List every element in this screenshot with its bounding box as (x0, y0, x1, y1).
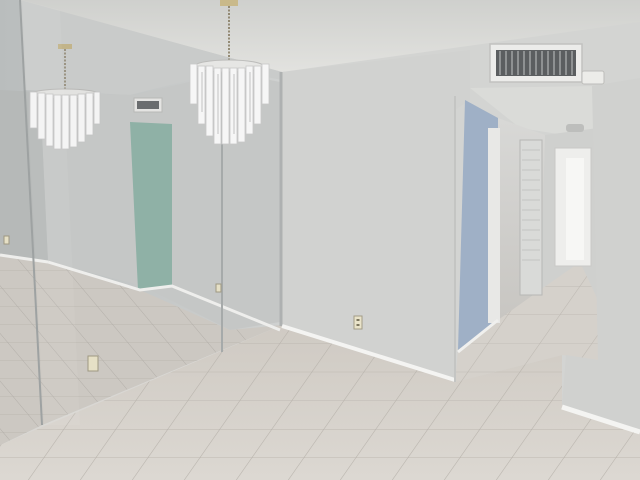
mirror-reflected-outlet-left (3, 235, 10, 245)
mirror-reflected-outlet (87, 355, 99, 372)
air-vent-icon (489, 43, 583, 83)
mirror-reflected-vent (133, 97, 163, 113)
hallway-closet-door (519, 139, 543, 296)
hallway-ceiling-light (566, 124, 584, 132)
room-scene (0, 0, 640, 480)
mirror-reflected-outlet-far (215, 283, 222, 293)
far-door-panel (566, 158, 584, 260)
electrical-outlet-icon (353, 315, 363, 330)
hallway-door-left (488, 128, 500, 323)
wall-center-panel (282, 50, 470, 382)
dining-room-photo (0, 0, 640, 480)
thermostat-icon (581, 70, 605, 85)
